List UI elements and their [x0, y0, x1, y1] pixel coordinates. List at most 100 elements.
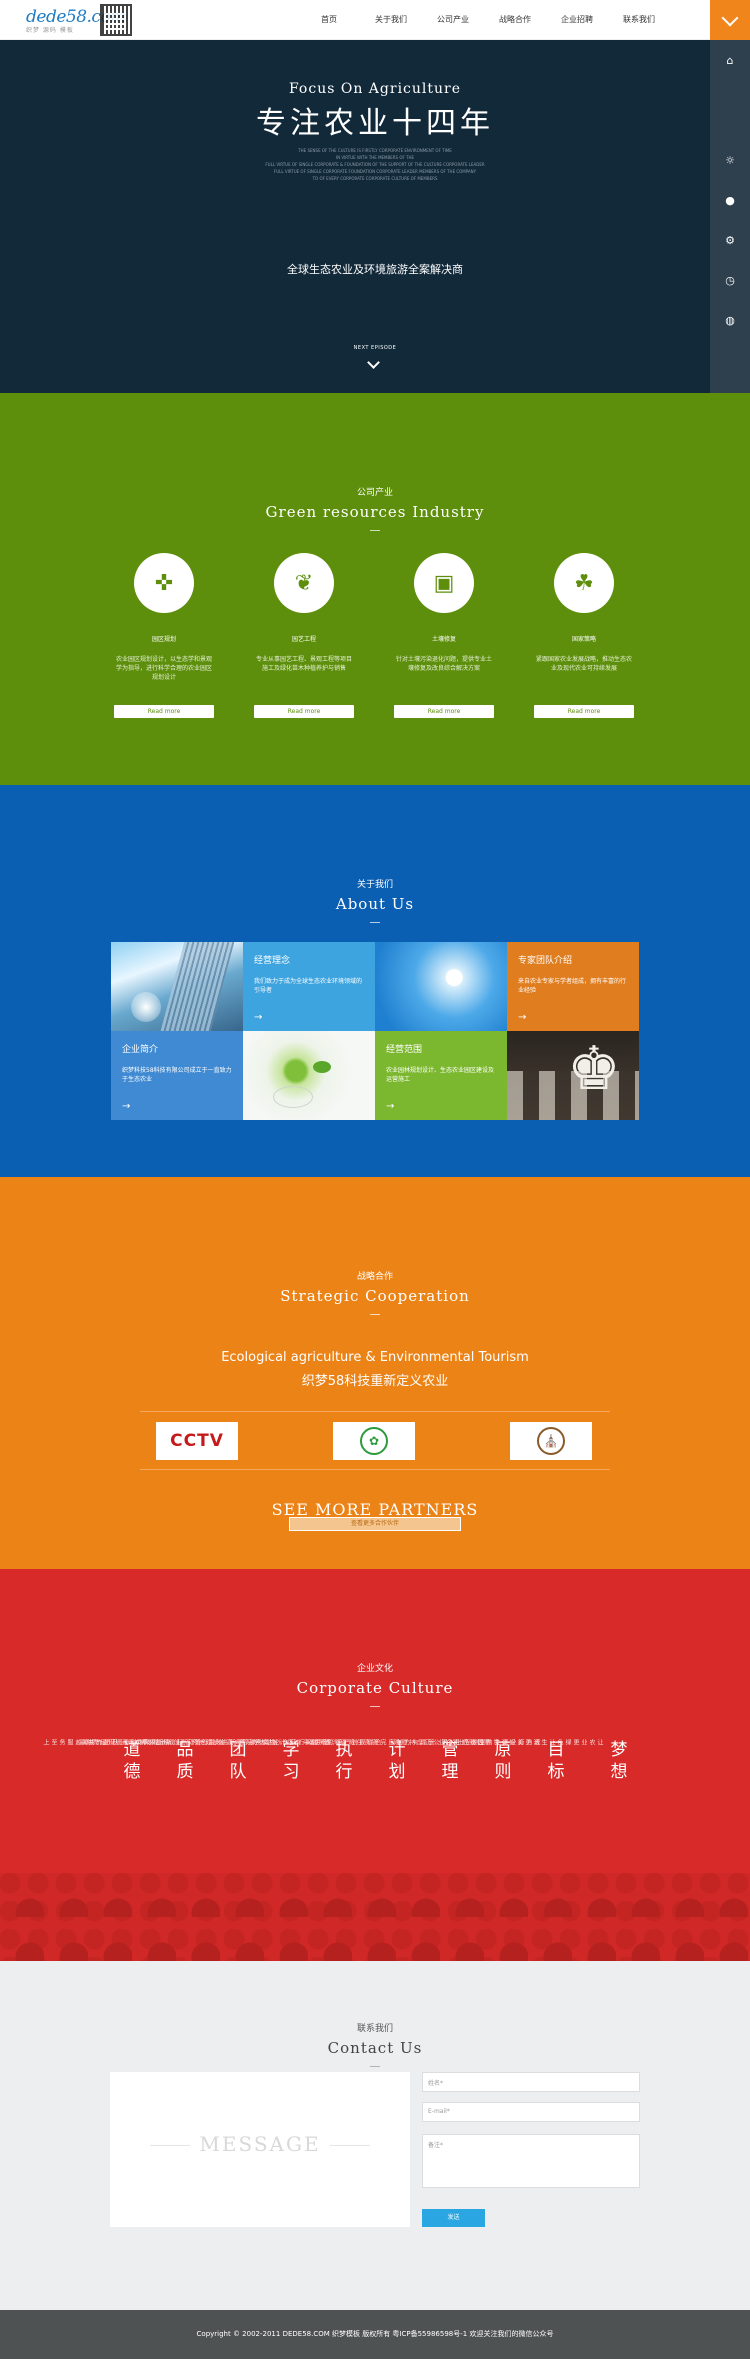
- nav-home[interactable]: 首页: [298, 0, 360, 40]
- cooperation-section: 战略合作 Strategic Cooperation Ecological ag…: [0, 1177, 750, 1569]
- see-more-partners-button[interactable]: 查看更多合作伙伴: [289, 1517, 461, 1531]
- park-icon: ✜: [134, 553, 194, 613]
- name-field[interactable]: 姓名*: [422, 2072, 640, 2092]
- cloud-pattern-decoration: [0, 1873, 750, 1961]
- card-desc: 农业园林规划设计、生态农业园区建设及运营施工: [386, 1067, 495, 1083]
- about-card-intro[interactable]: 企业简介 织梦科技58科技有限公司成立于一直致力于生态农业 →: [111, 1031, 243, 1120]
- hero-small-text: THE SENSE OF THE CULTURE IS FIRSTLY CORP…: [230, 147, 520, 182]
- home-icon[interactable]: ⌂: [722, 53, 738, 69]
- culture-section: 企业文化 Corporate Culture 正直守信 道德 精益求精 注重细节 …: [0, 1569, 750, 1961]
- industry-desc: 农业园区规划设计，以生态学和景观学为指导，进行科学合理的农业园区规划设计: [115, 656, 212, 681]
- divider: [370, 1706, 380, 1707]
- divider: [140, 1469, 610, 1470]
- message-textarea[interactable]: MESSAGE: [110, 2072, 410, 2227]
- card-title: 经营理念: [254, 956, 291, 966]
- section-cn-title: 企业文化: [356, 1664, 393, 1674]
- send-button[interactable]: 发送: [422, 2209, 485, 2227]
- tree-icon: ☘: [554, 553, 614, 613]
- about-card-philosophy[interactable]: 经营理念 我们致力于成为全球生态农业环境领域的引导者 →: [243, 942, 375, 1031]
- section-cn-title: 公司产业: [356, 488, 393, 498]
- industry-desc: 专业从事园艺工程、景观工程等项目施工及绿化苗木种植养护与销售: [255, 656, 352, 672]
- section-en-title: Contact Us: [327, 2039, 423, 2057]
- hero-small-line: THE SENSE OF THE CULTURE IS FIRSTLY CORP…: [298, 148, 452, 153]
- section-en-title: Green resources Industry: [265, 503, 485, 521]
- culture-keyword: 品质: [176, 1740, 194, 1782]
- divider: [370, 2066, 380, 2067]
- partner-logo-university[interactable]: ⛪: [510, 1422, 592, 1460]
- user-icon[interactable]: ●: [722, 193, 738, 209]
- section-en-title: Strategic Cooperation: [280, 1287, 470, 1305]
- industry-desc: 紧跟国家农业发展战略，推动生态农业及现代农业可持续发展: [535, 656, 632, 672]
- section-cn-title: 关于我们: [356, 880, 393, 890]
- menu-toggle-button[interactable]: [710, 0, 750, 40]
- side-toolbar: ⌂ ☼ ● ⚙ ◷ ◍: [710, 40, 750, 432]
- clock-icon[interactable]: ◷: [722, 273, 738, 289]
- read-more-button[interactable]: Read more: [534, 705, 634, 718]
- industry-item: ✜ 园区规划 农业园区规划设计，以生态学和景观学为指导，进行科学合理的农业园区规…: [114, 553, 214, 718]
- card-title: 专家团队介绍: [518, 956, 573, 966]
- cctv-logo-text: CCTV: [170, 1431, 224, 1451]
- divider: [370, 1314, 380, 1315]
- industry-item: ❦ 园艺工程 专业从事园艺工程、景观工程等项目施工及绿化苗木种植养护与销售 Re…: [254, 553, 354, 718]
- culture-keyword: 道德: [123, 1740, 141, 1782]
- cooperation-headline-en: Ecological agriculture & Environmental T…: [221, 1350, 529, 1365]
- arrow-right-icon[interactable]: →: [386, 1101, 394, 1112]
- arrow-right-icon[interactable]: →: [122, 1101, 130, 1112]
- culture-keyword: 执行: [335, 1740, 353, 1782]
- cooperation-headline-cn: 织梦58科技重新定义农业: [301, 1374, 449, 1389]
- nav-about[interactable]: 关于我们: [360, 0, 422, 40]
- card-desc: 织梦科技58科技有限公司成立于一直致力于生态农业: [122, 1067, 232, 1083]
- partner-logo-cctv[interactable]: CCTV: [156, 1422, 238, 1460]
- qr-code-image: [100, 4, 132, 36]
- culture-keyword: 计划: [388, 1740, 406, 1782]
- read-more-button[interactable]: Read more: [114, 705, 214, 718]
- arrow-right-icon[interactable]: →: [518, 1012, 526, 1023]
- industry-title: 土壤修复: [431, 636, 456, 643]
- nav-cooperation[interactable]: 战略合作: [484, 0, 546, 40]
- note-field[interactable]: 备注*: [422, 2134, 640, 2188]
- university-seal-icon: ⛪: [537, 1427, 565, 1455]
- next-episode-label[interactable]: NEXT EPISODE: [0, 345, 750, 351]
- hero-cn-title: 专注农业十四年: [256, 106, 494, 141]
- card-desc: 来自农业专家与学者组成，拥有丰富的行业经验: [518, 978, 627, 994]
- arrow-right-icon[interactable]: →: [254, 1012, 262, 1023]
- chevron-down-icon: [721, 9, 739, 27]
- industry-title: 园区规划: [151, 636, 176, 643]
- about-card-scope[interactable]: 经营范围 农业园林规划设计、生态农业园区建设及运营施工 →: [375, 1031, 507, 1120]
- divider: [140, 1411, 610, 1412]
- nav-jobs[interactable]: 企业招聘: [546, 0, 608, 40]
- site-header: dede58.com 织梦 源码 模板 首页 关于我们 公司产业 战略合作 企业招…: [0, 0, 750, 40]
- building-image: [111, 942, 243, 1031]
- about-card-team[interactable]: 专家团队介绍 来自农业专家与学者组成，拥有丰富的行业经验 →: [507, 942, 639, 1031]
- dining-icon: ▣: [414, 553, 474, 613]
- gear-icon[interactable]: ⚙: [722, 233, 738, 249]
- nav-industry[interactable]: 公司产业: [422, 0, 484, 40]
- industry-section: 公司产业 Green resources Industry ✜ 园区规划 农业园…: [0, 393, 750, 785]
- dandelion-image: [375, 942, 507, 1031]
- culture-keyword: 管理: [441, 1740, 459, 1782]
- read-more-button[interactable]: Read more: [394, 705, 494, 718]
- nav-contact[interactable]: 联系我们: [608, 0, 670, 40]
- culture-keyword: 学习: [282, 1740, 300, 1782]
- hero-small-line: TO OF EVERY CORPORATE CORPORATE CULTURE …: [312, 176, 438, 181]
- hero-small-line: FULL VIRTUE OF SINGLE CORPORATE & FOUNDA…: [265, 162, 485, 167]
- industry-item: ▣ 土壤修复 针对土壤污染退化问题，提供专业土壤修复及改良综合解决方案 Read…: [394, 553, 494, 718]
- about-section: 关于我们 About Us 经营理念 我们致力于成为全球生态农业环境领域的引导者…: [0, 785, 750, 1177]
- culture-keyword: 原则: [494, 1740, 512, 1782]
- sprout-image: [243, 1031, 375, 1120]
- partner-logo-ministry[interactable]: ✿: [333, 1422, 415, 1460]
- read-more-button[interactable]: Read more: [254, 705, 354, 718]
- section-en-title: Corporate Culture: [296, 1679, 454, 1697]
- card-desc: 我们致力于成为全球生态农业环境领域的引导者: [254, 978, 363, 994]
- section-cn-title: 联系我们: [356, 2024, 393, 2034]
- about-grid: 经营理念 我们致力于成为全球生态农业环境领域的引导者 → 专家团队介绍 来自农业…: [111, 942, 639, 1120]
- sun-icon[interactable]: ☼: [722, 153, 738, 169]
- main-nav: 首页 关于我们 公司产业 战略合作 企业招聘 联系我们: [298, 0, 670, 40]
- globe-icon[interactable]: ◍: [722, 313, 738, 329]
- hero-subtitle: 全球生态农业及环境旅游全案解决商: [287, 263, 463, 276]
- industry-title: 园艺工程: [291, 636, 316, 643]
- email-field[interactable]: E-mail*: [422, 2102, 640, 2122]
- chess-king-icon: ♚: [567, 1034, 621, 1104]
- card-title: 企业简介: [122, 1045, 159, 1055]
- heart-leaf-icon: ❦: [274, 553, 334, 613]
